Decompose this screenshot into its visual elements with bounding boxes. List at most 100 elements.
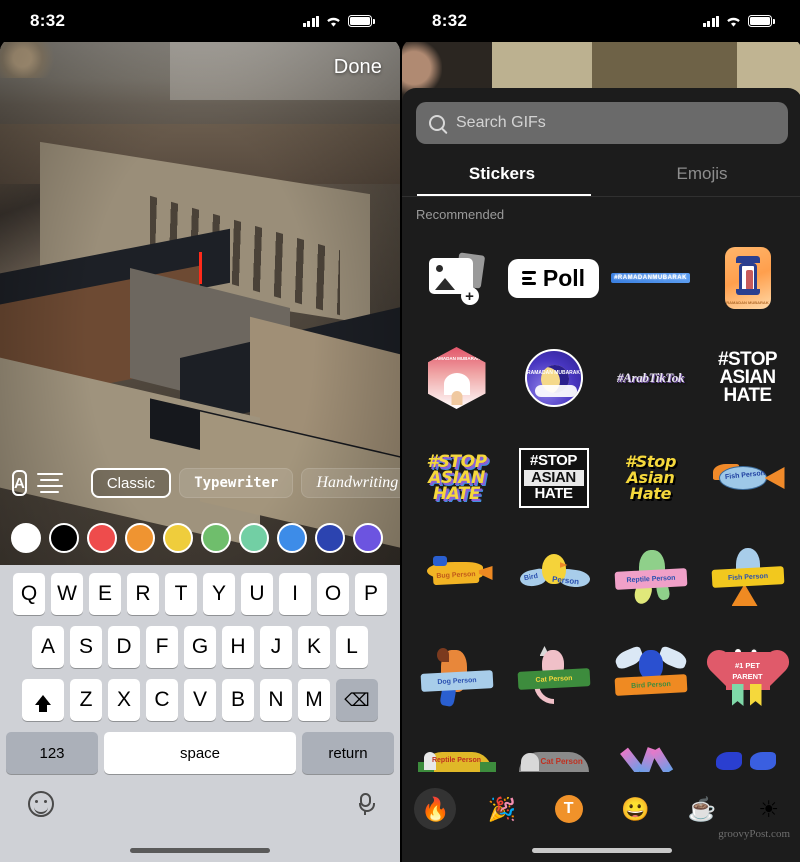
key-B[interactable]: B	[222, 679, 254, 721]
color-swatch-blue[interactable]	[277, 522, 307, 553]
ramadan-mubarak-text-sticker[interactable]: #RAMADANMUBARAK	[602, 228, 699, 328]
bug-person-sticker[interactable]: Bug Person	[408, 528, 505, 628]
key-Q[interactable]: Q	[13, 573, 45, 615]
arab-tiktok-label: #ArabTikTok	[616, 370, 685, 385]
key-O[interactable]: O	[317, 573, 349, 615]
signal-bars-icon	[302, 15, 319, 27]
backspace-icon[interactable]: ⌫	[336, 679, 378, 721]
blue-shape-sticker[interactable]	[699, 728, 796, 772]
food-drink-category[interactable]: ☕	[669, 788, 736, 830]
search-input[interactable]: Search GIFs	[416, 102, 788, 144]
arab-tiktok-sticker[interactable]: #ArabTikTok	[602, 328, 699, 428]
search-section: Search GIFs	[402, 88, 800, 144]
color-swatch-white[interactable]	[11, 522, 41, 553]
cat-person-sticker[interactable]: Cat Person	[505, 628, 602, 728]
poll-sticker[interactable]: Poll	[505, 228, 602, 328]
add-photo-sticker[interactable]: +	[408, 228, 505, 328]
stop-asian-hate-script-sticker[interactable]: #Stop Asian Hate	[602, 428, 699, 528]
font-classic-button[interactable]: Classic	[90, 468, 172, 498]
tab-emojis[interactable]: Emojis	[602, 156, 800, 196]
microphone-icon[interactable]	[358, 793, 375, 815]
color-swatch-black[interactable]	[49, 522, 79, 553]
key-D[interactable]: D	[108, 626, 140, 668]
ramadan-text-label: #RAMADANMUBARAK	[611, 273, 690, 283]
smileys-category[interactable]: 😀	[602, 788, 669, 830]
key-F[interactable]: F	[146, 626, 178, 668]
stop-hate-white-label: #STOP ASIAN HATE	[718, 348, 778, 407]
key-K[interactable]: K	[298, 626, 330, 668]
key-W[interactable]: W	[51, 573, 83, 615]
letter-T-icon: T	[554, 795, 583, 823]
color-swatch-yellow[interactable]	[163, 522, 193, 553]
celebration-category[interactable]: 🎉	[469, 788, 536, 830]
left-status-bar: 8:32	[0, 0, 400, 42]
dog-person-sticker[interactable]: Dog Person	[408, 628, 505, 728]
ios-keyboard[interactable]: Q W E R T Y U I O P A S D F G H J K L Z …	[0, 565, 400, 862]
font-handwriting-button[interactable]: Handwriting	[301, 468, 400, 498]
fish-person-sticker[interactable]: Fish Person	[699, 528, 796, 628]
key-C[interactable]: C	[146, 679, 178, 721]
key-T[interactable]: T	[165, 573, 197, 615]
weather-category[interactable]: ☀	[735, 788, 800, 830]
status-time: 8:32	[432, 11, 468, 30]
done-button[interactable]: Done	[334, 56, 382, 79]
key-M[interactable]: M	[298, 679, 330, 721]
arrow-sticker[interactable]	[602, 728, 699, 772]
bird-orange-label: Bird Person	[614, 674, 687, 696]
ramadan-mosque-hexagon-sticker[interactable]: RAMADAN MUBARAK	[408, 328, 505, 428]
sticker-row: RAMADAN MUBARAK RAMADAN MUBARAK #ArabTik…	[408, 328, 796, 428]
text-tool-row: A Classic Typewriter Handwriting	[0, 462, 400, 504]
bird-person-sticker[interactable]: Bird Person	[505, 528, 602, 628]
key-X[interactable]: X	[108, 679, 140, 721]
key-Z[interactable]: Z	[70, 679, 102, 721]
party-popper-icon: 🎉	[487, 795, 517, 822]
key-L[interactable]: L	[336, 626, 368, 668]
stop-asian-hate-boxed-sticker[interactable]: #STOP ASIAN HATE	[505, 428, 602, 528]
text-align-icon[interactable]	[36, 473, 63, 493]
bird-person-orange-sticker[interactable]: Bird Person	[602, 628, 699, 728]
trending-fire-category[interactable]: 🔥	[402, 788, 469, 830]
key-U[interactable]: U	[241, 573, 273, 615]
key-Y[interactable]: Y	[203, 573, 235, 615]
stop-asian-hate-yellow-3d-sticker[interactable]: #STOP ASIAN HATE	[408, 428, 505, 528]
key-P[interactable]: P	[355, 573, 387, 615]
ramadan-lantern-sticker[interactable]: RAMADAN MUBARAK	[699, 228, 796, 328]
color-swatch-purple[interactable]	[353, 522, 383, 553]
stop-asian-hate-white-sticker[interactable]: #STOP ASIAN HATE	[699, 328, 796, 428]
key-I[interactable]: I	[279, 573, 311, 615]
key-E[interactable]: E	[89, 573, 121, 615]
key-N[interactable]: N	[260, 679, 292, 721]
key-A[interactable]: A	[32, 626, 64, 668]
cat-person-partial-sticker[interactable]: Cat Person	[505, 728, 602, 772]
reptile-person-sticker[interactable]: Reptile Person	[602, 528, 699, 628]
ramadan-moon-circle-sticker[interactable]: RAMADAN MUBARAK	[505, 328, 602, 428]
signal-bars-icon	[702, 15, 719, 27]
color-swatch-orange[interactable]	[125, 522, 155, 553]
key-J[interactable]: J	[260, 626, 292, 668]
emoji-smiley-icon[interactable]	[28, 791, 54, 817]
letter-A-box-icon[interactable]: A	[12, 470, 27, 496]
shift-arrow-icon[interactable]	[22, 679, 64, 721]
tab-stickers[interactable]: Stickers	[402, 156, 602, 196]
color-swatch-navy[interactable]	[315, 522, 345, 553]
key-R[interactable]: R	[127, 573, 159, 615]
text-category[interactable]: T	[535, 788, 602, 830]
color-swatch-red[interactable]	[87, 522, 117, 553]
status-time: 8:32	[30, 11, 66, 30]
home-indicator	[532, 848, 672, 853]
font-typewriter-button[interactable]: Typewriter	[179, 468, 294, 498]
key-H[interactable]: H	[222, 626, 254, 668]
key-G[interactable]: G	[184, 626, 216, 668]
key-S[interactable]: S	[70, 626, 102, 668]
bug-label: Bug Person	[432, 564, 479, 586]
sticker-row: Bug Person Bird Person Reptile Person Fi…	[408, 528, 796, 628]
color-swatch-mint[interactable]	[239, 522, 269, 553]
return-key[interactable]: return	[302, 732, 394, 774]
color-swatch-green[interactable]	[201, 522, 231, 553]
reptile-person-partial-sticker[interactable]: Reptile Person	[408, 728, 505, 772]
key-V[interactable]: V	[184, 679, 216, 721]
numbers-key[interactable]: 123	[6, 732, 98, 774]
pet-parent-ribbon-sticker[interactable]: #1 PET PARENT	[699, 628, 796, 728]
space-key[interactable]: space	[104, 732, 296, 774]
fish-person-banner-sticker[interactable]: Fish Person	[699, 428, 796, 528]
